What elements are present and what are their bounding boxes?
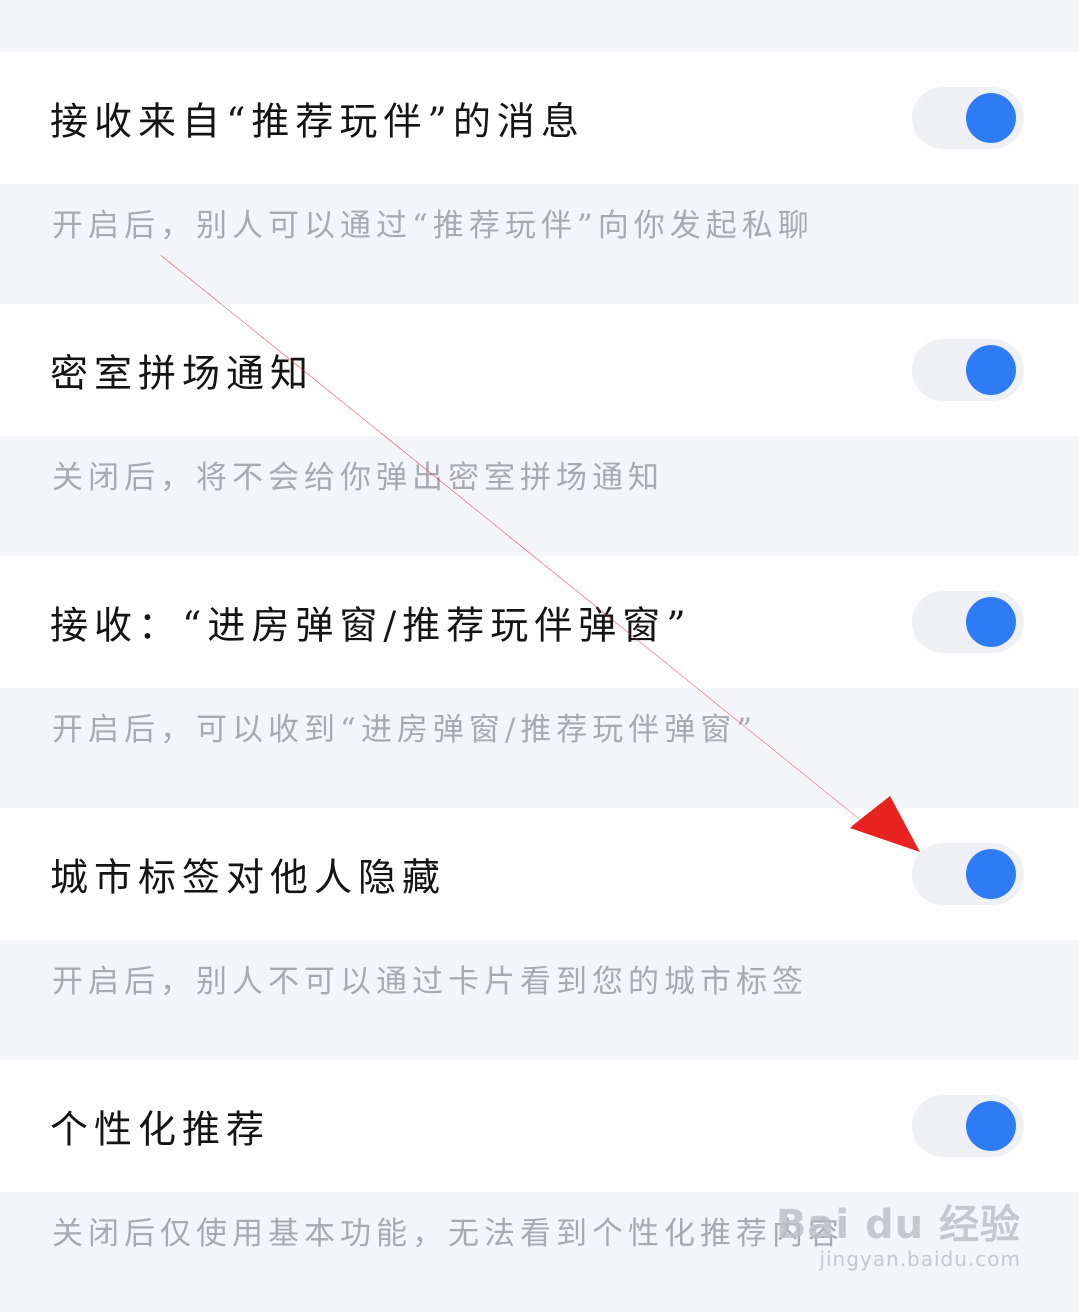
- setting-description-block: 开启后，别人可以通过“推荐玩伴”向你发起私聊: [0, 184, 1079, 304]
- toggle-knob: [966, 597, 1016, 647]
- setting-description: 开启后，别人不可以通过卡片看到您的城市标签: [52, 964, 808, 1000]
- setting-description: 开启后，别人可以通过“推荐玩伴”向你发起私聊: [52, 208, 814, 244]
- toggle-knob: [966, 93, 1016, 143]
- top-spacer: [0, 0, 1079, 52]
- hide-city-tag-toggle[interactable]: [912, 843, 1024, 905]
- setting-row-escape-room-notification: 密室拼场通知: [0, 304, 1079, 436]
- setting-title: 城市标签对他人隐藏: [50, 855, 447, 900]
- setting-description: 开启后，可以收到“进房弹窗/推荐玩伴弹窗”: [52, 712, 758, 748]
- escape-room-notification-toggle[interactable]: [912, 339, 1024, 401]
- room-popup-toggle[interactable]: [912, 591, 1024, 653]
- setting-description-block: 开启后，别人不可以通过卡片看到您的城市标签: [0, 940, 1079, 1060]
- setting-title: 接收：“进房弹窗/推荐玩伴弹窗”: [50, 603, 692, 648]
- baidu-jingyan-watermark: Bai du 经验 jingyan.baidu.com: [776, 1203, 1021, 1271]
- personalized-recommendation-toggle[interactable]: [912, 1095, 1024, 1157]
- setting-description: 关闭后，将不会给你弹出密室拼场通知: [52, 460, 664, 496]
- settings-list: 接收来自“推荐玩伴”的消息 开启后，别人可以通过“推荐玩伴”向你发起私聊 密室拼…: [0, 52, 1079, 1312]
- setting-row-recommend-partner-messages: 接收来自“推荐玩伴”的消息: [0, 52, 1079, 184]
- setting-row-hide-city-tag: 城市标签对他人隐藏: [0, 808, 1079, 940]
- setting-description-block: 关闭后，将不会给你弹出密室拼场通知: [0, 436, 1079, 556]
- watermark-url: jingyan.baidu.com: [819, 1247, 1021, 1271]
- setting-title: 接收来自“推荐玩伴”的消息: [50, 99, 585, 144]
- toggle-knob: [966, 345, 1016, 395]
- setting-title: 个性化推荐: [50, 1107, 271, 1152]
- setting-description-block: 开启后，可以收到“进房弹窗/推荐玩伴弹窗”: [0, 688, 1079, 808]
- setting-description: 关闭后仅使用基本功能，无法看到个性化推荐内容: [52, 1216, 844, 1252]
- setting-row-personalized-recommendation: 个性化推荐: [0, 1060, 1079, 1192]
- watermark-logo: Bai du 经验: [775, 1202, 1021, 1248]
- setting-title: 密室拼场通知: [50, 351, 315, 396]
- setting-row-room-popup: 接收：“进房弹窗/推荐玩伴弹窗”: [0, 556, 1079, 688]
- toggle-knob: [966, 849, 1016, 899]
- toggle-knob: [966, 1101, 1016, 1151]
- recommend-partner-messages-toggle[interactable]: [912, 87, 1024, 149]
